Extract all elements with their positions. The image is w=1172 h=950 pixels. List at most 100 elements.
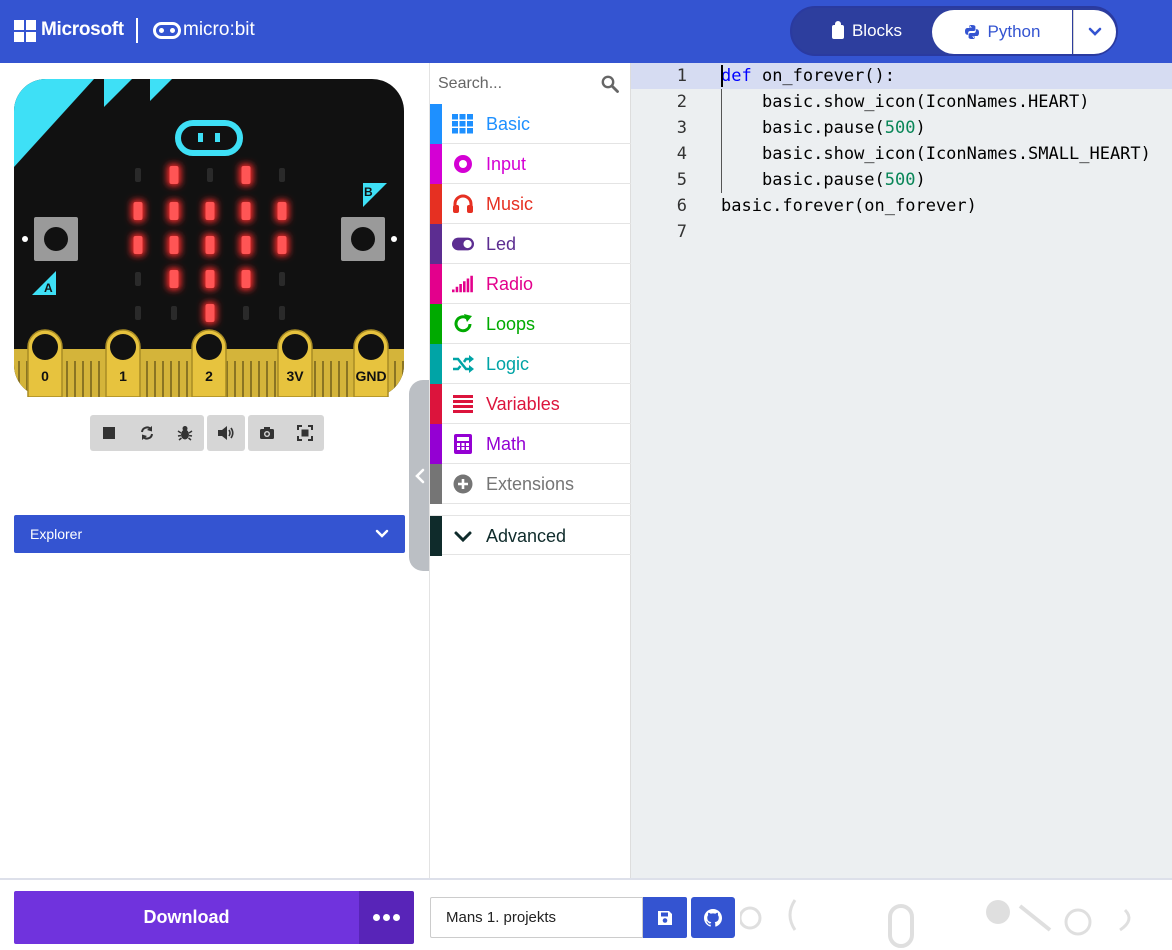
python-mode-button[interactable]: Python [932,10,1072,54]
connector-tooth [242,361,244,397]
save-button[interactable] [643,897,687,938]
footer-bar: Download [0,878,1172,950]
pin-gnd[interactable]: GND [353,329,389,398]
code-line[interactable]: 6 basic.forever(on_forever) [631,193,1172,219]
code-keyword: def [721,66,752,86]
category-label: Input [486,154,527,174]
pin-label: 3V [286,368,304,384]
category-stripe [430,104,442,144]
microbit-board[interactable]: A B 0 1 2 3V GND [14,79,404,398]
toolbox-advanced[interactable]: Advanced [430,515,631,556]
microsoft-brand[interactable]: Microsoft [41,19,124,41]
code-line[interactable]: 4 basic.show_icon(IconNames.SMALL_HEART) [631,141,1172,167]
toolbox-category-music[interactable]: Music [430,184,631,224]
puzzle-icon [831,21,844,39]
stop-button[interactable] [90,415,128,451]
search-icon[interactable] [601,75,619,93]
search-input[interactable] [438,71,598,97]
screenshot-button[interactable] [248,415,286,451]
microbit-logo-icon[interactable] [153,22,181,39]
connector-tooth [258,361,260,397]
sim-view-group [248,415,324,451]
toolbox-category-variables[interactable]: Variables [430,384,631,424]
led-on [277,236,287,254]
toolbox-category-loops[interactable]: Loops [430,304,631,344]
toolbox-category-math[interactable]: Math [430,424,631,464]
toolbox-category-basic[interactable]: Basic [430,104,631,144]
code-text: basic.show_icon(IconNames.SMALL_HEART) [721,141,1151,167]
code-line[interactable]: 1 def on_forever(): [631,63,1172,89]
toolbox-category-led[interactable]: Led [430,224,631,264]
microsoft-logo-icon[interactable] [14,20,36,42]
code-line[interactable]: 7 [631,219,1172,245]
restart-icon [141,426,153,440]
category-stripe [430,384,442,424]
code-token: basic.show_icon(IconNames.SMALL_HEART) [761,144,1151,164]
button-a-cap [44,227,68,251]
code-token: ) [915,118,926,138]
indent-guide [721,167,722,193]
led-on [133,236,143,254]
toolbox-category-input[interactable]: Input [430,144,631,184]
download-more-button[interactable] [359,891,414,944]
toolbox-category-logic[interactable]: Logic [430,344,631,384]
line-number: 3 [676,118,687,138]
github-icon [704,908,722,927]
category-stripe [430,516,442,556]
toolbox-category-radio[interactable]: Radio [430,264,631,304]
pin-3v[interactable]: 3V [277,329,313,398]
mute-button[interactable] [207,415,245,451]
debug-button[interactable] [166,415,204,451]
collapse-simulator-handle[interactable] [409,380,431,571]
sim-control-group [90,415,204,451]
connector-tooth [234,361,236,397]
led-on [241,166,251,184]
calculator-icon [452,433,474,455]
project-name-input[interactable] [430,897,643,938]
blocks-mode-button[interactable]: Blocks [802,8,932,54]
indent-guide [721,141,722,167]
connector-tooth [82,361,84,397]
explorer-bar[interactable]: Explorer [14,515,405,553]
pin-2[interactable]: 2 [191,329,227,398]
category-stripe [430,184,442,224]
pin-0[interactable]: 0 [27,329,63,398]
more-dots-icon [373,914,400,921]
line-number: 5 [676,170,687,190]
led-off [279,168,285,182]
code-number: 500 [884,170,916,190]
code-line[interactable]: 2 basic.show_icon(IconNames.HEART) [631,89,1172,115]
connector-tooth [146,361,148,397]
code-text: basic.show_icon(IconNames.HEART) [721,89,1090,115]
pin-hole [196,334,222,360]
category-stripe [430,304,442,344]
button-b-cap [351,227,375,251]
download-button[interactable]: Download [14,891,359,944]
input-icon [452,153,474,175]
code-text: def on_forever(): [721,63,895,89]
category-label: Extensions [486,474,575,494]
toolbox-category-extensions[interactable]: Extensions [430,464,631,504]
led-on [169,166,179,184]
connector-tooth [170,361,172,397]
line-number: 1 [676,66,687,86]
connector-tooth [18,361,20,397]
shuffle-icon [452,353,474,375]
led-on [169,202,179,220]
toggle-icon [452,233,474,255]
connector-tooth [330,361,332,397]
restart-button[interactable] [128,415,166,451]
code-line[interactable]: 3 basic.pause(500) [631,115,1172,141]
code-text: basic.forever(on_forever) [721,193,977,219]
pin-label: 1 [119,368,127,384]
code-line[interactable]: 5 basic.pause(500) [631,167,1172,193]
microbit-brand[interactable]: micro:bit [183,19,255,41]
led-on [277,202,287,220]
footer-decoration [740,899,1131,948]
category-label: Variables [486,394,560,414]
pin-1[interactable]: 1 [105,329,141,398]
language-dropdown-button[interactable] [1073,10,1116,54]
code-editor[interactable]: 1 def on_forever(): 2 basic.show_icon(Icon… [631,63,1172,878]
fullscreen-button[interactable] [286,415,324,451]
github-button[interactable] [691,897,735,938]
